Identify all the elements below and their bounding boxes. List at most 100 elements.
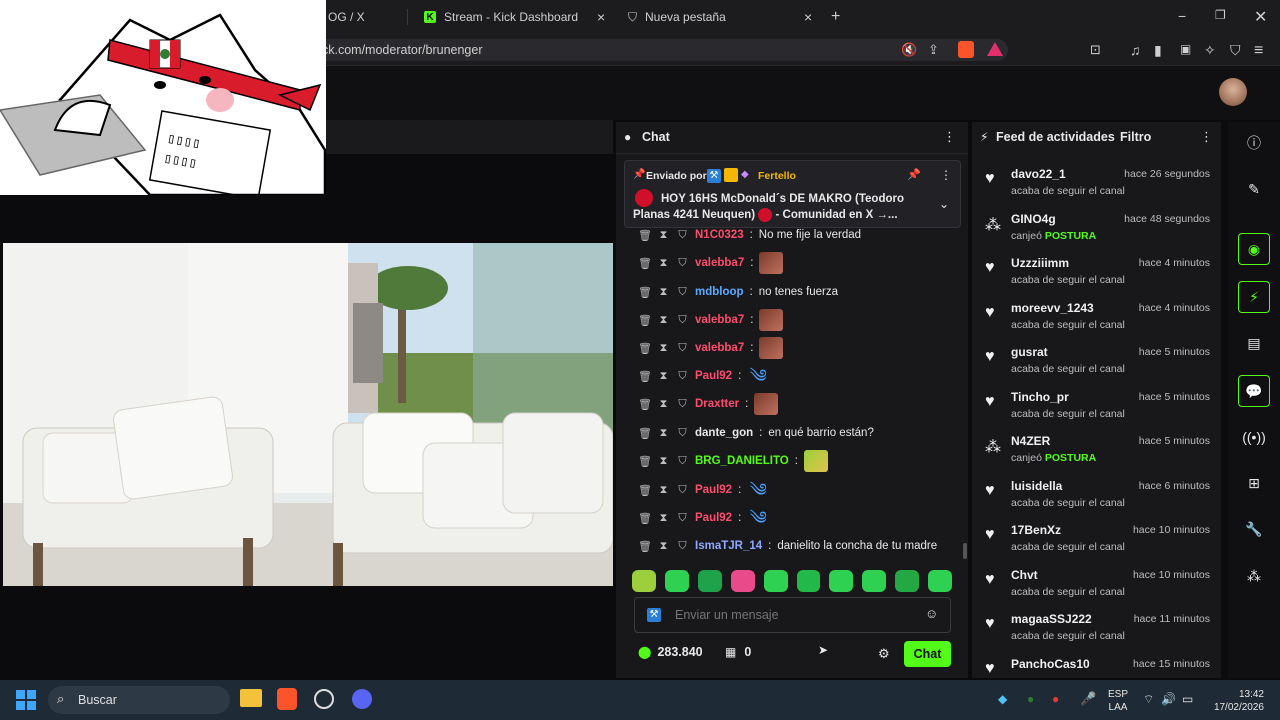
timeout-user-icon[interactable]: ⧗ (657, 342, 670, 355)
emote-button[interactable] (697, 570, 722, 592)
chat-username[interactable]: dante_gon (695, 427, 753, 439)
activity-item[interactable]: ♥ gusrat hace 5 minutos acaba de seguir el … (983, 345, 1213, 389)
mute-icon[interactable]: 🔇 (901, 42, 917, 58)
language-indicator[interactable]: ESP LAA (1108, 688, 1128, 714)
activity-username[interactable]: moreevv_1243 (1011, 301, 1094, 315)
delete-message-icon[interactable]: 🗑 (638, 512, 652, 525)
battery-icon[interactable]: ▭ (1182, 692, 1193, 706)
activity-item[interactable]: ♥ magaaSSJ222 hace 11 minutos acaba de segu… (983, 612, 1213, 656)
emote-button[interactable] (730, 570, 755, 592)
activity-username[interactable]: GINO4g (1011, 212, 1056, 226)
stream-preview-toggle-icon[interactable]: ◉ (1238, 233, 1270, 265)
delete-message-icon[interactable]: 🗑 (638, 427, 652, 440)
wallet-icon[interactable]: ▣ (1180, 42, 1191, 56)
activity-username[interactable]: luisidella (1011, 479, 1062, 493)
activity-item[interactable]: ♥ Uzzziiimm hace 4 minutos acaba de seguir … (983, 256, 1213, 300)
wrench-icon[interactable]: 🔧 (1238, 513, 1270, 545)
chat-message[interactable]: 🗑 ⧗ ⛉ valebba7: (638, 337, 958, 359)
chat-message[interactable]: 🗑 ⧗ ⛉ N1C0323: No me fije la verdad (638, 225, 958, 245)
emote-button[interactable] (862, 570, 887, 592)
clock[interactable]: 13:42 17/02/2026 (1210, 688, 1264, 714)
ban-user-icon[interactable]: ⛉ (676, 286, 689, 299)
chat-username[interactable]: valebba7 (695, 314, 744, 326)
chat-settings-icon[interactable]: ⚙ (878, 646, 890, 662)
activity-username[interactable]: Uzzziiimm (1011, 256, 1069, 270)
brave-browser-icon[interactable] (277, 688, 297, 710)
ban-user-icon[interactable]: ⛉ (676, 398, 689, 411)
tab-close-icon[interactable]: × (804, 9, 812, 25)
message-field[interactable] (675, 606, 915, 624)
chat-message[interactable]: 🗑 ⧗ ⛉ dante_gon: en qué barrio están? (638, 423, 958, 443)
timeout-user-icon[interactable]: ⧗ (657, 484, 670, 497)
delete-message-icon[interactable]: 🗑 (638, 370, 652, 383)
feed-filter-button[interactable]: Filtro (1120, 130, 1151, 144)
timeout-user-icon[interactable]: ⧗ (657, 286, 670, 299)
taskbar-search[interactable]: ⌕ Buscar (48, 686, 230, 714)
chat-username[interactable]: Paul92 (695, 484, 732, 496)
activity-item[interactable]: ♥ luisidella hace 6 minutos acaba de seguir… (983, 479, 1213, 523)
ban-user-icon[interactable]: ⛉ (676, 314, 689, 327)
notes-icon[interactable]: ▤ (1238, 327, 1270, 359)
chat-message[interactable]: 🗑 ⧗ ⛉ Draxtter: (638, 393, 958, 415)
activity-username[interactable]: PanchoCas10 (1011, 657, 1090, 671)
tab-x[interactable]: OG / X (328, 4, 365, 30)
microphone-icon[interactable]: 🎤 (1080, 691, 1096, 707)
ban-user-icon[interactable]: ⛉ (676, 427, 689, 440)
activity-item[interactable]: ♥ Tincho_pr hace 5 minutos acaba de seguir … (983, 390, 1213, 434)
activity-item[interactable]: ♥ Chvt hace 10 minutos acaba de seguir el c… (983, 568, 1213, 612)
activity-item[interactable]: ♥ davo22_1 hace 26 segundos acaba de seguir… (983, 167, 1213, 211)
chat-options-icon[interactable]: ⋮ (943, 129, 956, 145)
tray-app-icon[interactable]: ● (1027, 692, 1034, 706)
activity-item[interactable]: ♥ 17BenXz hace 10 minutos acaba de seguir e… (983, 523, 1213, 567)
store-button[interactable]: ▦ 0 (725, 645, 751, 659)
leo-ai-icon[interactable]: ✧ (1204, 42, 1216, 59)
menu-icon[interactable]: ≡ (1254, 42, 1263, 60)
chat-username[interactable]: Draxtter (695, 398, 739, 410)
chat-message[interactable]: 🗑 ⧗ ⛉ IsmaTJR_14: danielito la concha de tu … (638, 536, 958, 556)
ban-user-icon[interactable]: ⛉ (676, 484, 689, 497)
chat-username[interactable]: valebba7 (695, 257, 744, 269)
timeout-user-icon[interactable]: ⧗ (657, 540, 670, 553)
chat-username[interactable]: BRG_DANIELITO (695, 455, 789, 467)
timeout-user-icon[interactable]: ⧗ (657, 455, 670, 468)
chat-message[interactable]: 🗑 ⧗ ⛉ Paul92: ༄ (638, 480, 958, 500)
delete-message-icon[interactable]: 🗑 (638, 455, 652, 468)
brave-rewards-icon[interactable] (987, 42, 1003, 56)
layout-icon[interactable]: ⊞ (1238, 467, 1270, 499)
timeout-user-icon[interactable]: ⧗ (657, 257, 670, 270)
activity-item[interactable]: ⁂ GINO4g hace 48 segundos canjeó POSTURA (983, 212, 1213, 256)
reader-icon[interactable]: ⊡ (1090, 42, 1101, 58)
ban-user-icon[interactable]: ⛉ (676, 455, 689, 468)
tab-new-tab[interactable]: ⛉ Nueva pestaña (628, 4, 726, 30)
ban-user-icon[interactable]: ⛉ (676, 257, 689, 270)
activity-username[interactable]: Tincho_pr (1011, 390, 1069, 404)
activity-username[interactable]: 17BenXz (1011, 523, 1061, 537)
pinned-options-icon[interactable]: ⋮ (940, 168, 952, 182)
activity-username[interactable]: magaaSSJ222 (1011, 612, 1092, 626)
ban-user-icon[interactable]: ⛉ (676, 229, 689, 242)
volume-icon[interactable]: 🔊 (1161, 692, 1176, 706)
chat-username[interactable]: mdbloop (695, 286, 744, 298)
unpin-icon[interactable]: 📌 (907, 168, 921, 181)
delete-message-icon[interactable]: 🗑 (638, 314, 652, 327)
brave-shield-icon[interactable] (958, 41, 974, 58)
ban-user-icon[interactable]: ⛉ (676, 370, 689, 383)
activity-item[interactable]: ♥ moreevv_1243 hace 4 minutos acaba de segu… (983, 301, 1213, 345)
emote-button[interactable] (895, 570, 920, 592)
emote-button[interactable] (796, 570, 821, 592)
discord-icon[interactable] (352, 689, 372, 709)
activity-username[interactable]: gusrat (1011, 345, 1048, 359)
chat-message[interactable]: 🗑 ⧗ ⛉ valebba7: (638, 309, 958, 331)
chat-username[interactable]: valebba7 (695, 342, 744, 354)
timeout-user-icon[interactable]: ⧗ (657, 370, 670, 383)
emote-button[interactable] (632, 570, 656, 592)
chevron-down-icon[interactable]: ⌄ (939, 197, 949, 211)
chat-username[interactable]: Paul92 (695, 512, 732, 524)
chat-message[interactable]: 🗑 ⧗ ⛉ BRG_DANIELITO: (638, 450, 958, 472)
stream-video-preview[interactable] (3, 243, 613, 586)
tab-kick-dashboard[interactable]: K Stream - Kick Dashboard (424, 4, 578, 30)
chat-scrollbar[interactable] (963, 543, 967, 559)
ban-user-icon[interactable]: ⛉ (676, 540, 689, 553)
delete-message-icon[interactable]: 🗑 (638, 540, 652, 553)
info-icon[interactable]: ⓘ (1238, 127, 1270, 159)
